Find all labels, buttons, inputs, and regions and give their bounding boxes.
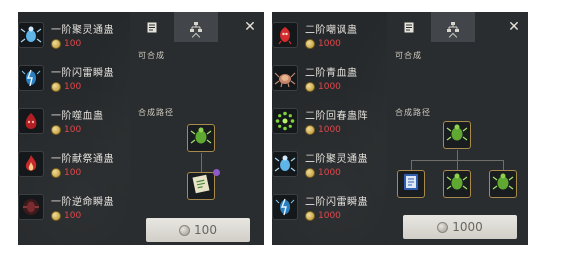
craft-panel-tier2: 二阶嘲讽蛊 1000 二阶青血蛊 1000 二阶回春蛊阵 1000 二阶聚灵通蛊… [272,12,528,245]
close-button[interactable]: ✕ [500,12,528,42]
coin-icon [305,211,315,221]
book-icon [147,18,157,37]
item-name: 一阶献祭通蛊 [51,154,114,165]
detail-pane: ✕ 可合成 合成路径 100 [130,12,264,245]
blue-beetle-icon [18,22,44,48]
list-item[interactable]: 一阶噬血蛊 100 [18,101,104,141]
detail-pane: ✕ 可合成 合成路径 1000 [387,12,528,245]
lightning-beetle-icon [18,65,44,91]
lightning-beetle-icon [272,194,298,220]
list-item[interactable]: 一阶聚灵通蛊 100 [18,15,114,55]
dark-beetle-icon [18,194,44,220]
tab-tree[interactable] [431,12,475,42]
craft-node-result[interactable] [187,124,215,152]
craft-path-label: 合成路径 [138,108,174,117]
red-creature-icon [272,22,298,48]
blue-book-icon [400,171,422,197]
craft-node-material[interactable] [187,172,215,200]
craft-button[interactable]: 100 [146,218,250,242]
coin-icon [51,39,61,49]
coin-icon [305,168,315,178]
item-name: 二阶闪雷瞬蛊 [305,197,368,208]
craftable-label: 可合成 [138,51,165,60]
coin-icon [51,125,61,135]
list-item[interactable]: 二阶回春蛊阵 1000 [272,101,368,141]
item-cost: 1000 [318,168,341,178]
path-line [457,160,458,170]
item-cost: 1000 [318,211,341,221]
item-name: 二阶聚灵通蛊 [305,154,368,165]
coin-icon [179,224,191,236]
book-icon [404,18,414,37]
craft-cost: 100 [194,223,217,237]
item-name: 二阶嘲讽蛊 [305,25,358,36]
crab-creature-icon [272,65,298,91]
green-bug-icon [446,171,468,197]
list-item[interactable]: 二阶青血蛊 1000 [272,58,358,98]
item-name: 一阶闪雷瞬蛊 [51,68,114,79]
item-name: 一阶逆命瞬蛊 [51,197,114,208]
list-item[interactable]: 一阶逆命瞬蛊 100 [18,187,114,227]
coin-icon [51,82,61,92]
tab-bar: ✕ [387,12,528,42]
craft-node-result[interactable] [443,121,471,149]
list-item[interactable]: 一阶献祭通蛊 100 [18,144,114,184]
coin-icon [51,168,61,178]
tab-tree[interactable] [174,12,218,42]
list-item[interactable]: 二阶聚灵通蛊 1000 [272,144,368,184]
blood-creature-icon [18,108,44,134]
path-line [457,150,458,160]
tab-bar: ✕ [130,12,264,42]
item-list: 一阶聚灵通蛊 100 一阶闪雷瞬蛊 100 一阶噬血蛊 100 一阶献祭通蛊 1… [18,12,130,245]
item-cost: 100 [64,82,82,92]
craft-node-material[interactable] [489,170,517,198]
item-cost: 1000 [318,125,341,135]
tab-info[interactable] [130,12,174,42]
item-name: 二阶青血蛊 [305,68,358,79]
item-name: 一阶聚灵通蛊 [51,25,114,36]
craft-node-material[interactable] [443,170,471,198]
craft-button[interactable]: 1000 [403,215,517,239]
coin-icon [305,125,315,135]
item-name: 二阶回春蛊阵 [305,111,368,122]
craft-cost: 1000 [452,220,483,234]
scroll-icon [190,173,212,199]
item-cost: 100 [64,211,82,221]
path-line [201,153,202,172]
blue-beetle-icon [272,151,298,177]
sacrifice-flame-icon [18,151,44,177]
list-item[interactable]: 二阶闪雷瞬蛊 1000 [272,187,368,227]
green-bug-icon [492,171,514,197]
item-cost: 100 [64,39,82,49]
path-line [411,160,412,170]
coin-icon [51,211,61,221]
item-cost: 1000 [318,82,341,92]
item-cost: 100 [64,125,82,135]
item-cost: 1000 [318,39,341,49]
item-list: 二阶嘲讽蛊 1000 二阶青血蛊 1000 二阶回春蛊阵 1000 二阶聚灵通蛊… [272,12,387,245]
green-bug-icon [446,122,468,148]
list-item[interactable]: 一阶闪雷瞬蛊 100 [18,58,114,98]
craft-panel-tier1: 一阶聚灵通蛊 100 一阶闪雷瞬蛊 100 一阶噬血蛊 100 一阶献祭通蛊 1… [18,12,264,245]
coin-icon [305,39,315,49]
item-cost: 100 [64,168,82,178]
tree-icon [447,18,459,37]
item-name: 一阶噬血蛊 [51,111,104,122]
close-button[interactable]: ✕ [236,12,264,42]
craft-node-material[interactable] [397,170,425,198]
craftable-label: 可合成 [395,51,422,60]
coin-icon [437,221,449,233]
notification-dot [213,169,220,176]
path-line [503,160,504,170]
tree-icon [190,18,202,37]
craft-path-label: 合成路径 [395,108,431,117]
list-item[interactable]: 二阶嘲讽蛊 1000 [272,15,358,55]
coin-icon [305,82,315,92]
tab-info[interactable] [387,12,431,42]
green-array-icon [272,108,298,134]
green-bug-icon [190,125,212,151]
